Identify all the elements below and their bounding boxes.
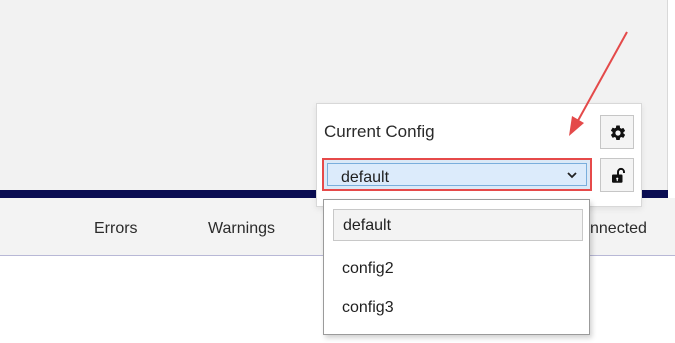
config-select[interactable]: default (322, 158, 592, 191)
lock-toggle-button[interactable] (600, 158, 634, 192)
config-select-field: default (327, 163, 587, 186)
warnings-label[interactable]: Warnings (208, 220, 275, 238)
dropdown-option-config2[interactable]: config2 (333, 253, 583, 285)
screenshot-canvas: Errors Warnings nnected Current Config d… (0, 0, 675, 343)
unlock-icon (612, 167, 625, 183)
selected-config-value: default (341, 169, 390, 186)
annotation-arrow (569, 31, 628, 136)
connection-status-label: nnected (590, 220, 647, 237)
dropdown-option-config3[interactable]: config3 (333, 292, 583, 324)
current-config-label: Current Config (324, 122, 435, 141)
errors-label[interactable]: Errors (94, 220, 138, 238)
chevron-down-icon (567, 172, 577, 179)
dropdown-option-default[interactable]: default (333, 209, 583, 241)
config-dropdown-list: default config2 config3 (323, 199, 590, 335)
